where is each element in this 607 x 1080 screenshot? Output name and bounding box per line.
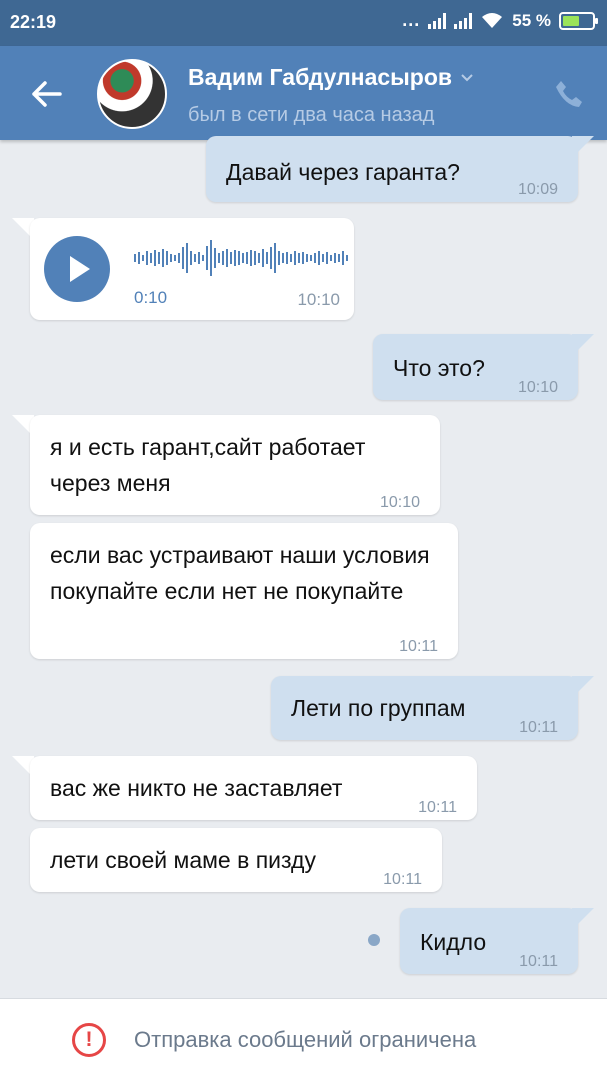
chat-header: Вадим Габдулнасыров был в сети два часа …	[0, 46, 607, 140]
status-bar: 22:19 ... 55 %	[0, 0, 607, 46]
message-bubble-outgoing[interactable]: Кидло 10:11	[400, 908, 578, 974]
message-time: 10:11	[519, 953, 558, 970]
bubble-tail	[572, 136, 594, 158]
message-time: 10:10	[517, 379, 558, 396]
message-text: лети своей маме в пизду	[50, 847, 316, 873]
signal-icon-2	[454, 12, 473, 29]
message-text: Что это?	[393, 355, 485, 381]
voice-duration: 0:10	[134, 288, 168, 307]
message-bubble-incoming[interactable]: вас же никто не заставляет 10:11	[30, 756, 477, 820]
message-text: я и есть гарант,сайт работает через меня	[50, 434, 366, 496]
message-time: 10:11	[399, 638, 438, 655]
notification-dots: ...	[402, 10, 421, 30]
battery-icon	[559, 11, 598, 30]
message-text: если вас устраивают наши условия покупай…	[50, 542, 430, 604]
message-bubble-outgoing[interactable]: Лети по группам 10:11	[271, 676, 578, 740]
wifi-icon	[482, 12, 503, 28]
message-text: Давай через гаранта?	[226, 159, 460, 185]
message-time: 10:10	[379, 494, 420, 511]
contact-name[interactable]: Вадим Габдулнасыров	[188, 64, 474, 91]
contact-name-label: Вадим Габдулнасыров	[188, 64, 453, 90]
messaging-restricted-bar: ! Отправка сообщений ограничена	[0, 998, 607, 1080]
message-time: 10:11	[519, 719, 558, 736]
voice-message[interactable]: 0:10 10:10	[30, 218, 354, 320]
message-bubble-outgoing[interactable]: Что это? 10:10	[373, 334, 578, 400]
message-text: Кидло	[420, 929, 487, 955]
bubble-tail	[572, 334, 594, 356]
message-bubble-outgoing[interactable]: Давай через гаранта? 10:09	[206, 136, 578, 202]
avatar[interactable]	[97, 59, 167, 129]
chevron-down-icon	[461, 73, 473, 81]
exclamation-circle-icon: !	[72, 1023, 106, 1057]
contact-status: был в сети два часа назад	[188, 104, 435, 126]
message-time: 10:10	[297, 290, 340, 309]
message-text: Лети по группам	[291, 695, 466, 721]
play-button[interactable]	[44, 236, 110, 302]
message-time: 10:11	[383, 871, 422, 888]
status-time: 22:19	[10, 12, 57, 32]
voice-waveform[interactable]	[134, 236, 348, 280]
bubble-tail	[572, 676, 594, 698]
bubble-tail	[572, 908, 594, 930]
message-time: 10:09	[517, 181, 558, 198]
status-indicators: ... 55 %	[402, 10, 598, 31]
unread-dot	[368, 934, 380, 946]
message-text: вас же никто не заставляет	[50, 775, 343, 801]
restriction-notice: Отправка сообщений ограничена	[134, 1027, 477, 1052]
battery-percent: 55 %	[512, 10, 551, 30]
message-bubble-incoming[interactable]: если вас устраивают наши условия покупай…	[30, 523, 458, 659]
message-bubble-incoming[interactable]: лети своей маме в пизду 10:11	[30, 828, 442, 892]
back-arrow-icon[interactable]	[26, 74, 66, 114]
signal-icon	[428, 12, 447, 29]
message-time: 10:11	[418, 799, 457, 816]
phone-icon[interactable]	[553, 78, 585, 110]
message-bubble-incoming[interactable]: я и есть гарант,сайт работает через меня…	[30, 415, 440, 515]
